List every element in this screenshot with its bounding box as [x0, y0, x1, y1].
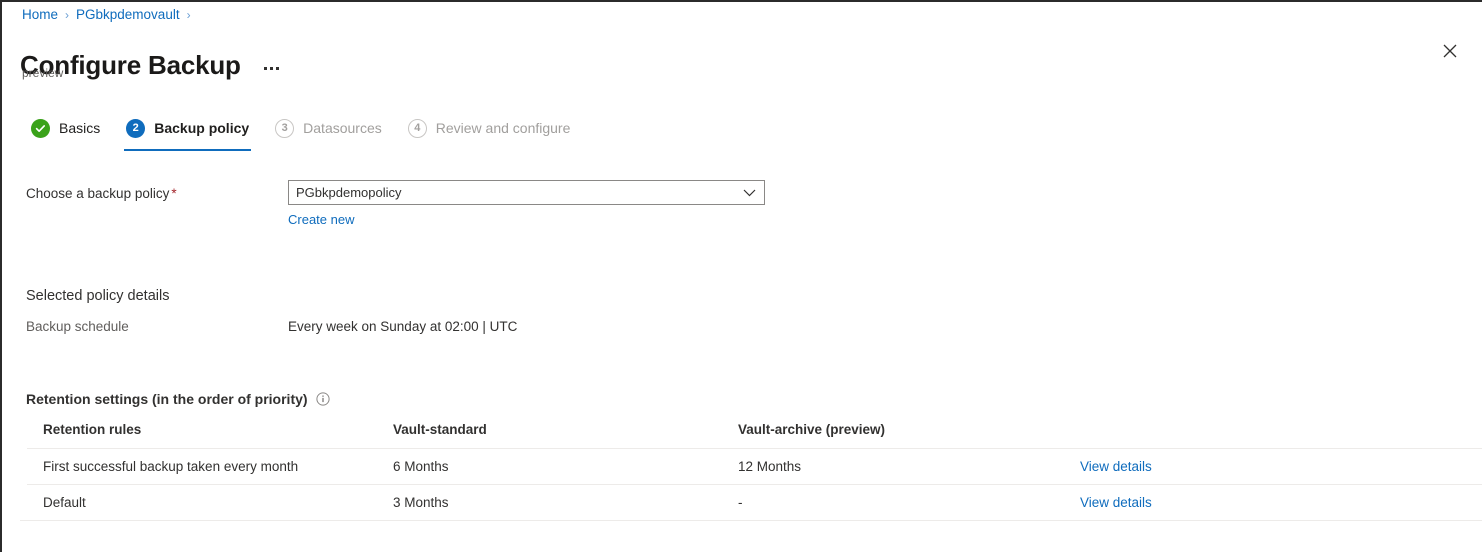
cell-retention-rule: Default [27, 485, 393, 521]
ellipsis-dot-icon [270, 67, 273, 70]
required-marker: * [171, 186, 176, 201]
preview-badge: preview [22, 65, 63, 81]
cell-retention-rule: First successful backup taken every mont… [27, 449, 393, 485]
close-icon [1443, 44, 1457, 58]
backup-policy-selected-value: PGbkpdemopolicy [296, 185, 402, 200]
cell-vault-archive: - [738, 485, 1080, 521]
view-details-link[interactable]: View details [1080, 459, 1152, 474]
step-number-badge: 4 [408, 119, 427, 138]
wizard-step-review-and-configure[interactable]: 4 Review and configure [401, 114, 582, 151]
retention-settings-heading: Retention settings (in the order of prio… [26, 389, 330, 409]
ellipsis-dot-icon [276, 67, 279, 70]
column-header-retention-rules: Retention rules [27, 420, 393, 449]
step-complete-check-icon [31, 119, 50, 138]
backup-policy-label: Choose a backup policy* [26, 180, 288, 206]
ellipsis-dot-icon [264, 67, 267, 70]
backup-schedule-row: Backup schedule Every week on Sunday at … [26, 318, 517, 336]
column-header-actions [1080, 420, 1482, 449]
backup-policy-label-text: Choose a backup policy [26, 186, 169, 201]
create-new-policy-link[interactable]: Create new [288, 212, 354, 227]
backup-schedule-label: Backup schedule [26, 318, 288, 336]
info-icon[interactable] [316, 392, 330, 406]
breadcrumb-separator-icon-2: › [187, 6, 191, 24]
wizard-step-label-backup-policy: Backup policy [154, 120, 249, 136]
step-number-badge: 3 [275, 119, 294, 138]
backup-schedule-value: Every week on Sunday at 02:00 | UTC [288, 318, 517, 336]
selected-policy-details-heading: Selected policy details [26, 286, 169, 306]
wizard-steps: Basics 2 Backup policy 3 Datasources 4 R… [24, 114, 581, 152]
view-details-link[interactable]: View details [1080, 495, 1152, 510]
breadcrumb: Home › PGbkpdemovault › [22, 6, 198, 24]
wizard-step-datasources[interactable]: 3 Datasources [268, 114, 393, 151]
step-number-badge: 2 [126, 119, 145, 138]
retention-settings-heading-text: Retention settings (in the order of prio… [26, 389, 308, 409]
cell-vault-archive: 12 Months [738, 449, 1080, 485]
column-header-vault-standard: Vault-standard [393, 420, 738, 449]
backup-policy-field: Choose a backup policy* PGbkpdemopolicy … [26, 180, 765, 229]
table-header-row: Retention rules Vault-standard Vault-arc… [27, 420, 1482, 449]
footer-divider [20, 520, 1482, 521]
retention-rules-table: Retention rules Vault-standard Vault-arc… [27, 420, 1482, 521]
chevron-down-icon [743, 188, 756, 197]
cell-vault-standard: 6 Months [393, 449, 738, 485]
breadcrumb-separator-icon: › [65, 6, 69, 24]
wizard-step-basics[interactable]: Basics [24, 114, 111, 151]
table-row: Default 3 Months - View details [27, 485, 1482, 521]
wizard-step-label-basics: Basics [59, 120, 100, 136]
more-options-button[interactable] [261, 63, 282, 74]
wizard-step-label-datasources: Datasources [303, 120, 382, 136]
column-header-vault-archive: Vault-archive (preview) [738, 420, 1080, 449]
close-button[interactable] [1434, 35, 1466, 67]
backup-policy-control: PGbkpdemopolicy Create new [288, 180, 765, 229]
breadcrumb-item-home[interactable]: Home [22, 6, 58, 24]
backup-policy-select[interactable]: PGbkpdemopolicy [288, 180, 765, 205]
wizard-step-label-review: Review and configure [436, 120, 571, 136]
table-row: First successful backup taken every mont… [27, 449, 1482, 485]
cell-vault-standard: 3 Months [393, 485, 738, 521]
configure-backup-blade: Home › PGbkpdemovault › Configure Backup… [0, 0, 1482, 552]
breadcrumb-item-vault[interactable]: PGbkpdemovault [76, 6, 180, 24]
wizard-step-backup-policy[interactable]: 2 Backup policy [119, 114, 260, 151]
